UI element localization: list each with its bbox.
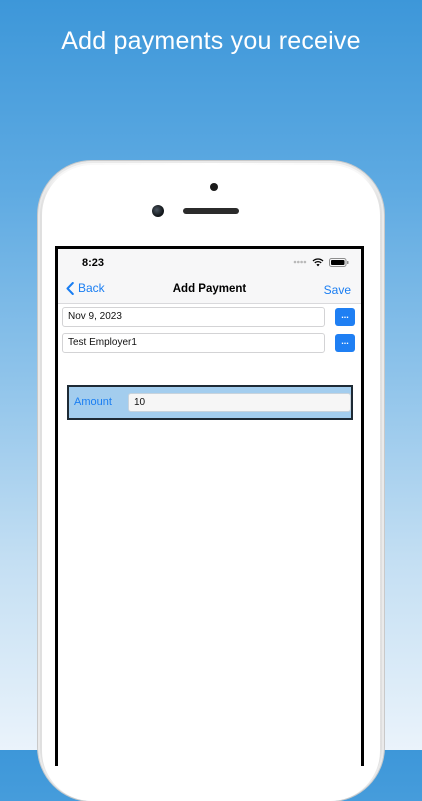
amount-panel: Amount 10: [67, 385, 353, 420]
employer-row: Test Employer1 ...: [62, 333, 355, 353]
front-camera: [152, 205, 164, 217]
battery-icon: [329, 257, 349, 267]
date-field[interactable]: Nov 9, 2023: [62, 307, 325, 327]
save-button[interactable]: Save: [324, 283, 351, 297]
phone-screen: 8:23 Back Add Payment Save Nov 9, 2023 .…: [55, 246, 364, 766]
proximity-sensor: [210, 183, 218, 191]
wifi-icon: [312, 257, 324, 266]
promo-headline: Add payments you receive: [61, 27, 361, 55]
status-time: 8:23: [82, 257, 105, 269]
date-picker-button[interactable]: ...: [335, 308, 355, 326]
employer-field[interactable]: Test Employer1: [62, 333, 325, 353]
app-view: 8:23 Back Add Payment Save Nov 9, 2023 .…: [58, 249, 361, 766]
status-icons: [293, 257, 349, 267]
employer-picker-button[interactable]: ...: [335, 334, 355, 352]
navigation-bar: Back Add Payment Save: [58, 277, 361, 304]
amount-label: Amount: [74, 396, 112, 408]
date-row: Nov 9, 2023 ...: [62, 307, 355, 327]
page-title: Add Payment: [172, 283, 247, 295]
signal-dots-icon: [293, 260, 307, 264]
amount-input[interactable]: 10: [128, 393, 351, 412]
earpiece-speaker: [183, 208, 239, 214]
status-bar: 8:23: [58, 249, 361, 277]
